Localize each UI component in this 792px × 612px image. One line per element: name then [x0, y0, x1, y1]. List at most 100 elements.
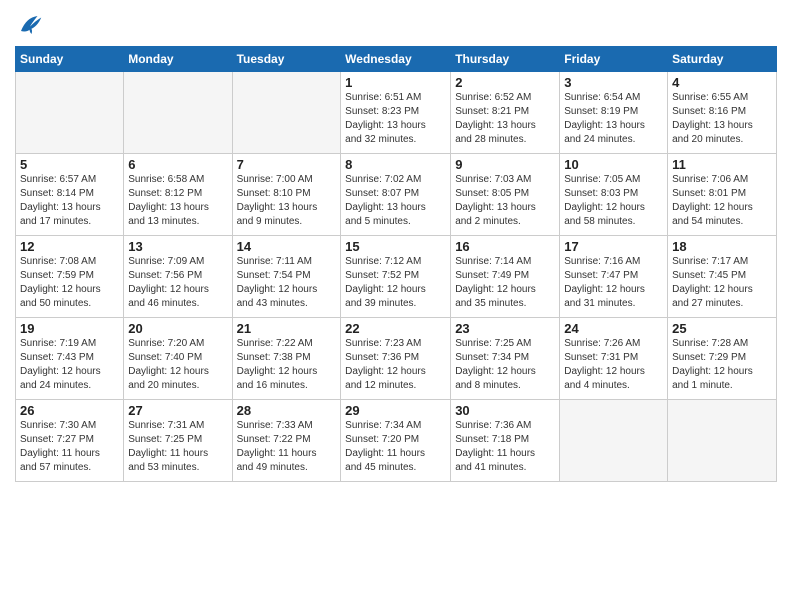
day-number: 16: [455, 239, 555, 254]
day-info: Sunrise: 7:08 AMSunset: 7:59 PMDaylight:…: [20, 255, 119, 311]
day-info: Sunrise: 7:36 AMSunset: 7:18 PMDaylight:…: [455, 419, 555, 475]
calendar-cell: 1Sunrise: 6:51 AMSunset: 8:23 PMDaylight…: [341, 72, 451, 154]
day-info: Sunrise: 7:25 AMSunset: 7:34 PMDaylight:…: [455, 337, 555, 393]
calendar-cell: 22Sunrise: 7:23 AMSunset: 7:36 PMDayligh…: [341, 318, 451, 400]
calendar-cell: 24Sunrise: 7:26 AMSunset: 7:31 PMDayligh…: [560, 318, 668, 400]
day-number: 28: [237, 403, 337, 418]
day-number: 4: [672, 75, 772, 90]
weekday-header-friday: Friday: [560, 47, 668, 72]
day-number: 14: [237, 239, 337, 254]
day-info: Sunrise: 6:58 AMSunset: 8:12 PMDaylight:…: [128, 173, 227, 229]
day-number: 24: [564, 321, 663, 336]
day-number: 11: [672, 157, 772, 172]
day-info: Sunrise: 7:03 AMSunset: 8:05 PMDaylight:…: [455, 173, 555, 229]
page-header: [15, 10, 777, 40]
day-info: Sunrise: 6:52 AMSunset: 8:21 PMDaylight:…: [455, 91, 555, 147]
day-info: Sunrise: 6:54 AMSunset: 8:19 PMDaylight:…: [564, 91, 663, 147]
calendar-table: SundayMondayTuesdayWednesdayThursdayFrid…: [15, 46, 777, 482]
day-info: Sunrise: 7:20 AMSunset: 7:40 PMDaylight:…: [128, 337, 227, 393]
calendar-cell: 14Sunrise: 7:11 AMSunset: 7:54 PMDayligh…: [232, 236, 341, 318]
calendar-cell: 15Sunrise: 7:12 AMSunset: 7:52 PMDayligh…: [341, 236, 451, 318]
calendar-cell: 29Sunrise: 7:34 AMSunset: 7:20 PMDayligh…: [341, 400, 451, 482]
day-number: 30: [455, 403, 555, 418]
day-number: 27: [128, 403, 227, 418]
day-number: 5: [20, 157, 119, 172]
day-number: 22: [345, 321, 446, 336]
calendar-cell: 10Sunrise: 7:05 AMSunset: 8:03 PMDayligh…: [560, 154, 668, 236]
day-info: Sunrise: 7:12 AMSunset: 7:52 PMDaylight:…: [345, 255, 446, 311]
calendar-cell: 9Sunrise: 7:03 AMSunset: 8:05 PMDaylight…: [451, 154, 560, 236]
calendar-cell: 30Sunrise: 7:36 AMSunset: 7:18 PMDayligh…: [451, 400, 560, 482]
calendar-row-3: 12Sunrise: 7:08 AMSunset: 7:59 PMDayligh…: [16, 236, 777, 318]
day-number: 25: [672, 321, 772, 336]
calendar-cell: 19Sunrise: 7:19 AMSunset: 7:43 PMDayligh…: [16, 318, 124, 400]
day-number: 17: [564, 239, 663, 254]
calendar-cell: 20Sunrise: 7:20 AMSunset: 7:40 PMDayligh…: [124, 318, 232, 400]
calendar-cell: 18Sunrise: 7:17 AMSunset: 7:45 PMDayligh…: [668, 236, 777, 318]
day-number: 7: [237, 157, 337, 172]
calendar-cell: [560, 400, 668, 482]
day-number: 2: [455, 75, 555, 90]
day-info: Sunrise: 7:11 AMSunset: 7:54 PMDaylight:…: [237, 255, 337, 311]
day-info: Sunrise: 7:22 AMSunset: 7:38 PMDaylight:…: [237, 337, 337, 393]
logo: [15, 10, 49, 40]
calendar-cell: 13Sunrise: 7:09 AMSunset: 7:56 PMDayligh…: [124, 236, 232, 318]
day-info: Sunrise: 7:34 AMSunset: 7:20 PMDaylight:…: [345, 419, 446, 475]
day-number: 19: [20, 321, 119, 336]
weekday-header-monday: Monday: [124, 47, 232, 72]
calendar-cell: 25Sunrise: 7:28 AMSunset: 7:29 PMDayligh…: [668, 318, 777, 400]
calendar-row-4: 19Sunrise: 7:19 AMSunset: 7:43 PMDayligh…: [16, 318, 777, 400]
calendar-cell: [124, 72, 232, 154]
day-number: 29: [345, 403, 446, 418]
weekday-header-thursday: Thursday: [451, 47, 560, 72]
day-info: Sunrise: 7:09 AMSunset: 7:56 PMDaylight:…: [128, 255, 227, 311]
calendar-row-5: 26Sunrise: 7:30 AMSunset: 7:27 PMDayligh…: [16, 400, 777, 482]
day-number: 18: [672, 239, 772, 254]
calendar-row-2: 5Sunrise: 6:57 AMSunset: 8:14 PMDaylight…: [16, 154, 777, 236]
day-info: Sunrise: 6:57 AMSunset: 8:14 PMDaylight:…: [20, 173, 119, 229]
day-number: 9: [455, 157, 555, 172]
day-info: Sunrise: 7:00 AMSunset: 8:10 PMDaylight:…: [237, 173, 337, 229]
calendar-cell: 8Sunrise: 7:02 AMSunset: 8:07 PMDaylight…: [341, 154, 451, 236]
day-number: 1: [345, 75, 446, 90]
day-info: Sunrise: 7:31 AMSunset: 7:25 PMDaylight:…: [128, 419, 227, 475]
calendar-cell: 17Sunrise: 7:16 AMSunset: 7:47 PMDayligh…: [560, 236, 668, 318]
calendar-cell: 3Sunrise: 6:54 AMSunset: 8:19 PMDaylight…: [560, 72, 668, 154]
calendar-cell: 16Sunrise: 7:14 AMSunset: 7:49 PMDayligh…: [451, 236, 560, 318]
calendar-cell: 5Sunrise: 6:57 AMSunset: 8:14 PMDaylight…: [16, 154, 124, 236]
day-number: 21: [237, 321, 337, 336]
weekday-header-row: SundayMondayTuesdayWednesdayThursdayFrid…: [16, 47, 777, 72]
calendar-cell: 2Sunrise: 6:52 AMSunset: 8:21 PMDaylight…: [451, 72, 560, 154]
calendar-cell: 28Sunrise: 7:33 AMSunset: 7:22 PMDayligh…: [232, 400, 341, 482]
weekday-header-wednesday: Wednesday: [341, 47, 451, 72]
day-info: Sunrise: 7:05 AMSunset: 8:03 PMDaylight:…: [564, 173, 663, 229]
weekday-header-sunday: Sunday: [16, 47, 124, 72]
day-info: Sunrise: 7:19 AMSunset: 7:43 PMDaylight:…: [20, 337, 119, 393]
day-number: 10: [564, 157, 663, 172]
day-info: Sunrise: 7:23 AMSunset: 7:36 PMDaylight:…: [345, 337, 446, 393]
calendar-cell: [232, 72, 341, 154]
day-info: Sunrise: 7:33 AMSunset: 7:22 PMDaylight:…: [237, 419, 337, 475]
day-info: Sunrise: 7:26 AMSunset: 7:31 PMDaylight:…: [564, 337, 663, 393]
day-number: 26: [20, 403, 119, 418]
calendar-cell: 21Sunrise: 7:22 AMSunset: 7:38 PMDayligh…: [232, 318, 341, 400]
day-number: 13: [128, 239, 227, 254]
calendar-cell: 27Sunrise: 7:31 AMSunset: 7:25 PMDayligh…: [124, 400, 232, 482]
day-number: 20: [128, 321, 227, 336]
calendar-cell: 23Sunrise: 7:25 AMSunset: 7:34 PMDayligh…: [451, 318, 560, 400]
day-info: Sunrise: 7:17 AMSunset: 7:45 PMDaylight:…: [672, 255, 772, 311]
calendar-cell: [16, 72, 124, 154]
day-number: 12: [20, 239, 119, 254]
calendar-cell: 7Sunrise: 7:00 AMSunset: 8:10 PMDaylight…: [232, 154, 341, 236]
day-info: Sunrise: 7:02 AMSunset: 8:07 PMDaylight:…: [345, 173, 446, 229]
calendar-cell: 11Sunrise: 7:06 AMSunset: 8:01 PMDayligh…: [668, 154, 777, 236]
day-number: 15: [345, 239, 446, 254]
calendar-cell: [668, 400, 777, 482]
calendar-cell: 26Sunrise: 7:30 AMSunset: 7:27 PMDayligh…: [16, 400, 124, 482]
day-number: 3: [564, 75, 663, 90]
day-info: Sunrise: 7:16 AMSunset: 7:47 PMDaylight:…: [564, 255, 663, 311]
day-number: 23: [455, 321, 555, 336]
day-number: 8: [345, 157, 446, 172]
day-info: Sunrise: 6:51 AMSunset: 8:23 PMDaylight:…: [345, 91, 446, 147]
weekday-header-tuesday: Tuesday: [232, 47, 341, 72]
